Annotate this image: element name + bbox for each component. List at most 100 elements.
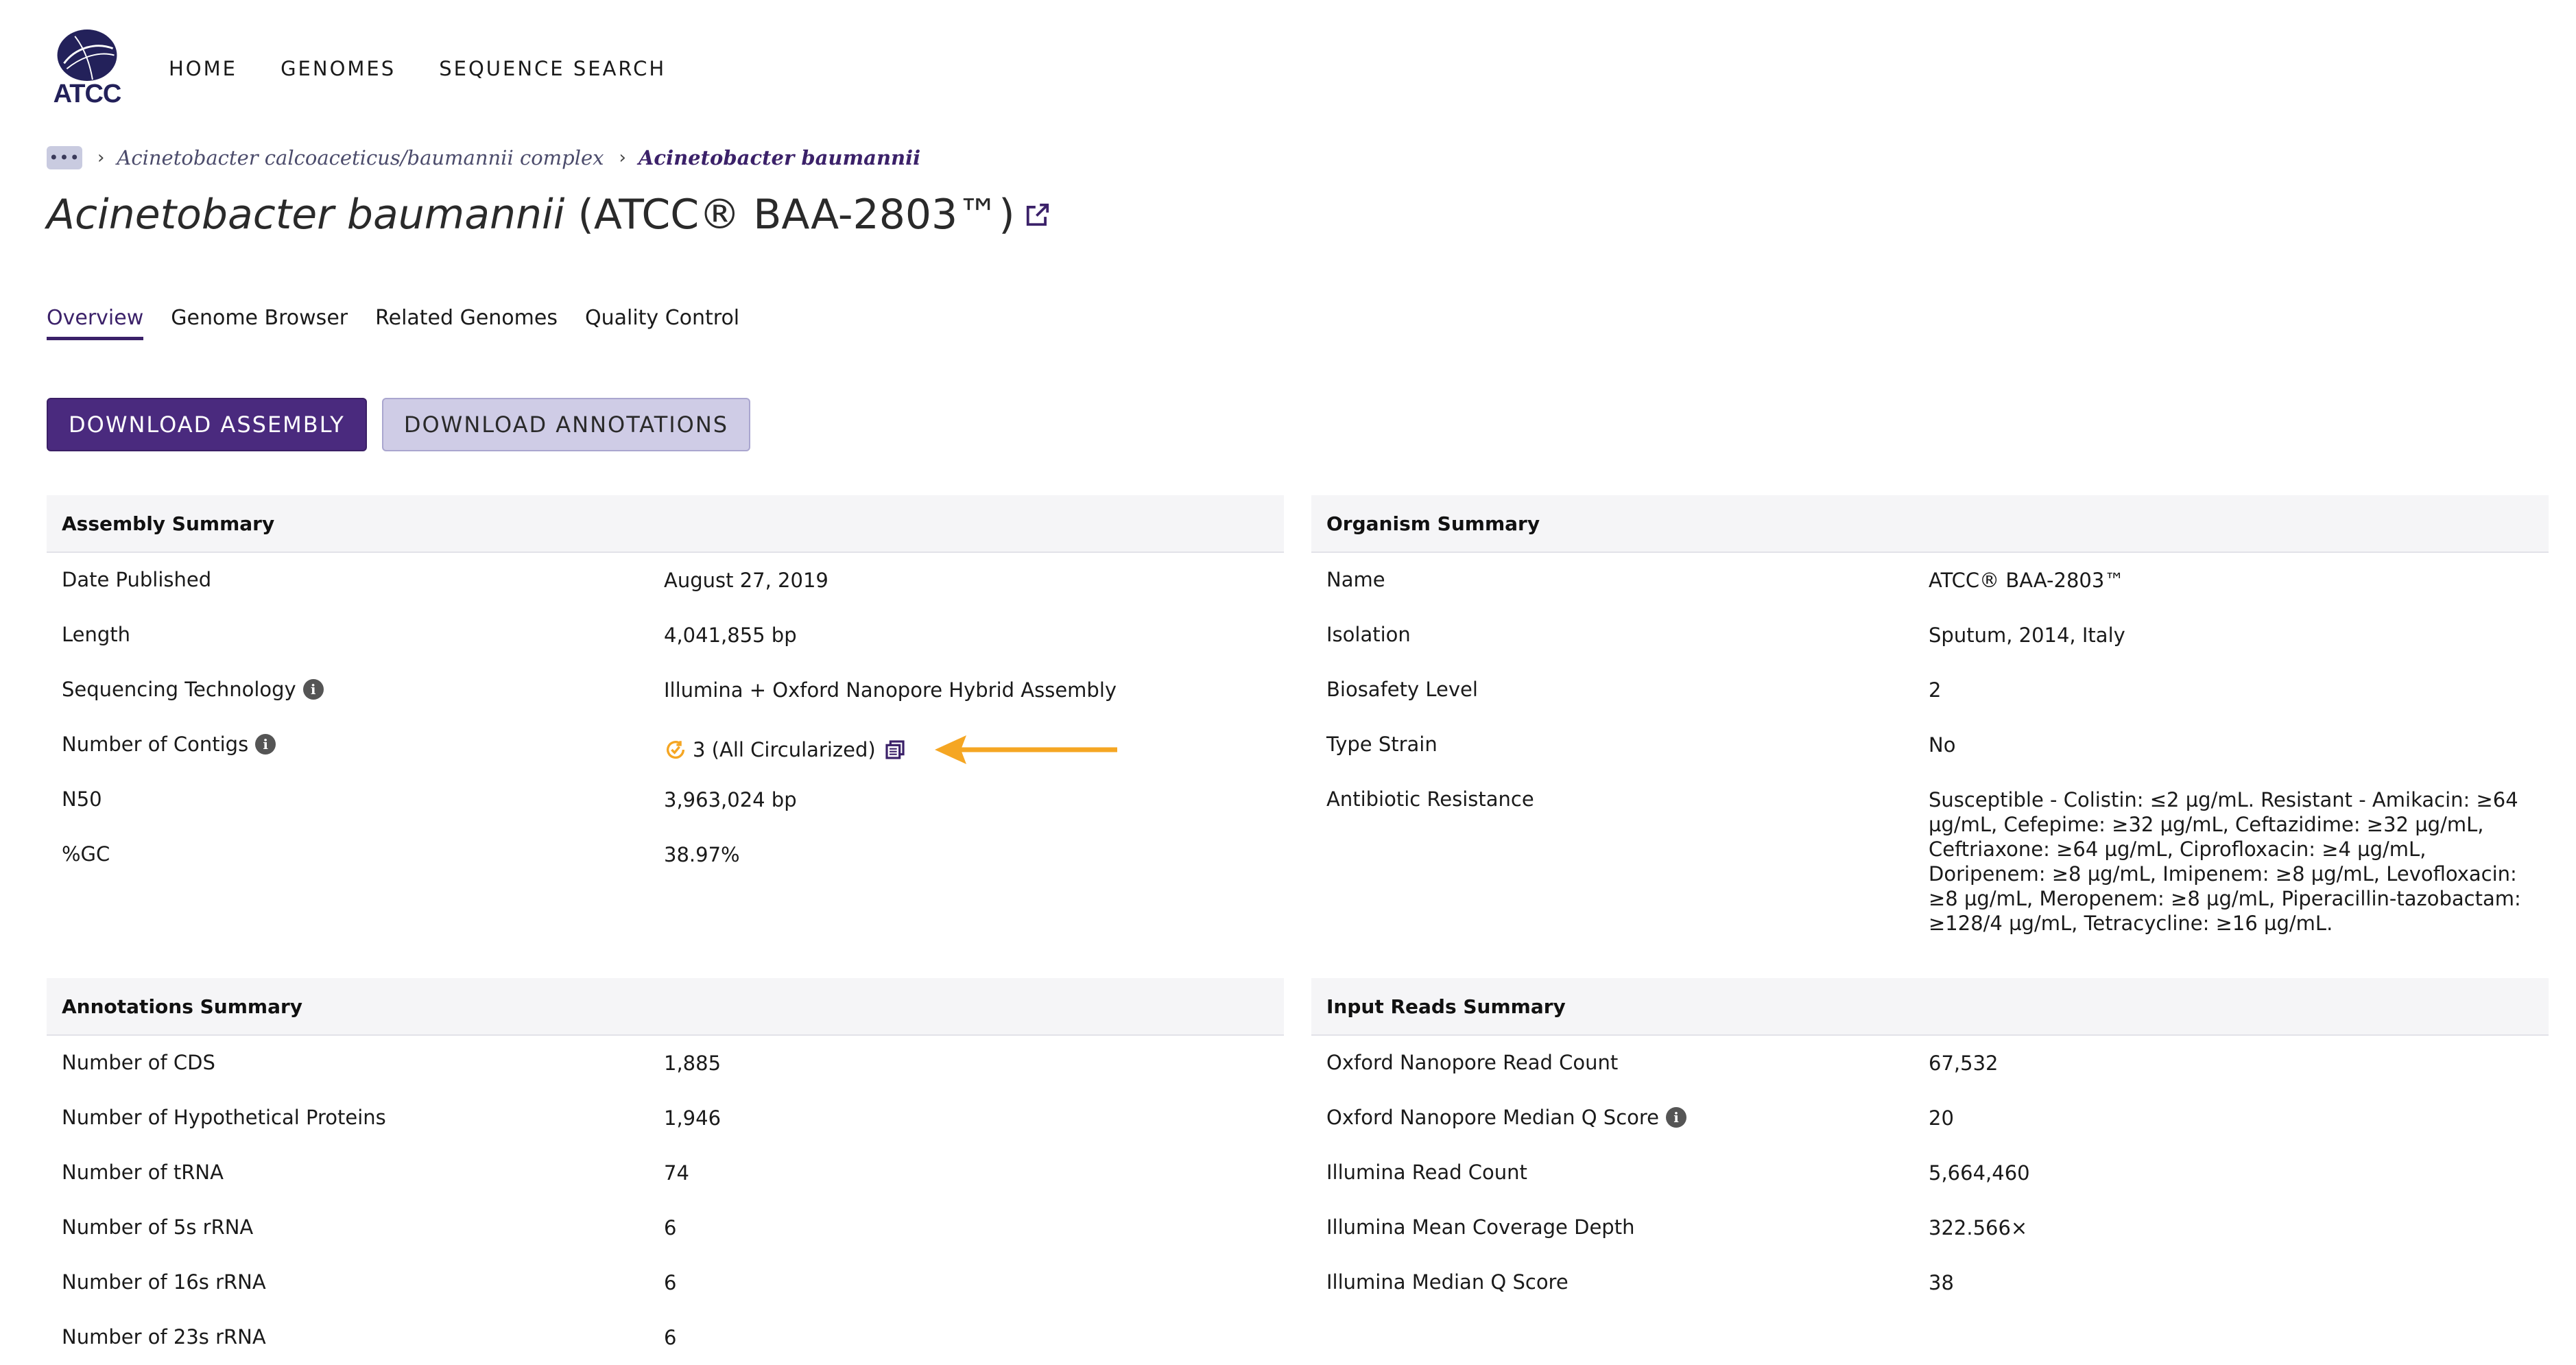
table-row: Length 4,041,855 bp: [47, 608, 1284, 663]
page-title: Acinetobacter baumannii (ATCC® BAA-2803™…: [47, 191, 1051, 239]
external-link-icon[interactable]: [1025, 202, 1051, 228]
page: ATCC HOME GENOMES SEQUENCE SEARCH ••• › …: [0, 0, 2576, 1357]
row-value: 4,041,855 bp: [664, 624, 797, 647]
nav-genomes[interactable]: GENOMES: [281, 57, 396, 80]
table-row: Number of 5s rRNA 6: [47, 1200, 1284, 1255]
table-row: Number of Contigs i 3 (All Circularized): [47, 717, 1284, 772]
table-row: Date Published August 27, 2019: [47, 553, 1284, 608]
row-value: 3,963,024 bp: [664, 788, 797, 811]
chevron-right-icon: ›: [619, 147, 626, 168]
row-label: %GC: [62, 842, 110, 866]
info-icon[interactable]: i: [1666, 1107, 1687, 1128]
tab-quality-control[interactable]: Quality Control: [585, 306, 739, 340]
row-label: Number of Hypothetical Proteins: [62, 1106, 386, 1129]
row-label-with-info: Number of Contigs i: [47, 717, 664, 756]
title-strain: (ATCC® BAA-2803™): [577, 191, 1015, 239]
row-value: 1,946: [664, 1106, 721, 1130]
row-value: 74: [664, 1161, 689, 1185]
table-row: %GC 38.97%: [47, 827, 1284, 882]
organism-summary-panel: Organism Summary Name ATCC® BAA-2803™ Is…: [1311, 495, 2549, 936]
table-row: N50 3,963,024 bp: [47, 772, 1284, 827]
row-value: No: [1929, 733, 1956, 757]
input-reads-summary-panel: Input Reads Summary Oxford Nanopore Read…: [1311, 978, 2549, 1310]
title-species: Acinetobacter baumannii: [47, 191, 565, 239]
row-label: Sequencing Technology: [62, 678, 296, 701]
row-value: Illumina + Oxford Nanopore Hybrid Assemb…: [664, 678, 1117, 702]
row-value: 6: [664, 1271, 677, 1294]
row-label: Biosafety Level: [1326, 678, 1478, 701]
row-label: Number of 5s rRNA: [62, 1215, 254, 1239]
input-reads-summary-title: Input Reads Summary: [1311, 978, 2549, 1036]
row-value: August 27, 2019: [664, 569, 828, 592]
table-row: Isolation Sputum, 2014, Italy: [1311, 608, 2549, 663]
nav-home[interactable]: HOME: [169, 57, 237, 80]
logo-text: ATCC: [53, 80, 122, 108]
contigs-value: 3 (All Circularized): [664, 717, 1267, 767]
assembly-summary-title: Assembly Summary: [47, 495, 1284, 553]
row-label: Illumina Median Q Score: [1326, 1270, 1569, 1294]
arrow-left-icon: [934, 735, 1117, 764]
table-row: Name ATCC® BAA-2803™: [1311, 553, 2549, 608]
row-value: 2: [1929, 678, 1942, 702]
row-value: 67,532: [1929, 1052, 1999, 1075]
table-row: Illumina Read Count 5,664,460: [1311, 1146, 2549, 1200]
row-label: Number of CDS: [62, 1051, 215, 1074]
tab-related-genomes[interactable]: Related Genomes: [375, 306, 558, 340]
table-row: Oxford Nanopore Read Count 67,532: [1311, 1036, 2549, 1091]
row-value: 5,664,460: [1929, 1161, 2030, 1185]
row-value: 38.97%: [664, 843, 740, 866]
chevron-right-icon: ›: [97, 147, 105, 168]
row-value: Sputum, 2014, Italy: [1929, 624, 2125, 647]
download-assembly-button[interactable]: DOWNLOAD ASSEMBLY: [47, 398, 367, 451]
atcc-logo[interactable]: ATCC: [47, 28, 128, 109]
row-label: Number of 23s rRNA: [62, 1325, 266, 1349]
table-row: Number of Hypothetical Proteins 1,946: [47, 1091, 1284, 1146]
row-value: 20: [1929, 1106, 1954, 1130]
table-row: Number of tRNA 74: [47, 1146, 1284, 1200]
tab-bar: Overview Genome Browser Related Genomes …: [47, 306, 767, 340]
top-header: ATCC HOME GENOMES SEQUENCE SEARCH: [47, 14, 706, 123]
table-row: Type Strain No: [1311, 717, 2549, 772]
row-value: 3 (All Circularized): [693, 738, 876, 761]
info-icon[interactable]: i: [302, 679, 324, 700]
breadcrumb-item-current: Acinetobacter baumannii: [638, 146, 921, 169]
globe-logo-icon: [57, 29, 117, 82]
row-value: 6: [664, 1326, 677, 1349]
breadcrumb-more-button[interactable]: •••: [47, 146, 82, 169]
row-label: Antibiotic Resistance: [1326, 787, 1534, 811]
info-icon[interactable]: i: [255, 734, 276, 755]
row-value: 322.566×: [1929, 1216, 2028, 1239]
download-buttons: DOWNLOAD ASSEMBLY DOWNLOAD ANNOTATIONS: [47, 398, 765, 451]
row-label: Isolation: [1326, 623, 1411, 646]
table-row: Oxford Nanopore Median Q Score i 20: [1311, 1091, 2549, 1146]
table-row: Sequencing Technology i Illumina + Oxfor…: [47, 663, 1284, 717]
breadcrumb: ••• › Acinetobacter calcoaceticus/bauman…: [47, 143, 920, 173]
table-row: Number of 23s rRNA 6: [47, 1310, 1284, 1365]
row-label: Oxford Nanopore Median Q Score: [1326, 1106, 1660, 1129]
main-nav: HOME GENOMES SEQUENCE SEARCH: [169, 57, 706, 80]
row-label: Number of Contigs: [62, 733, 249, 756]
table-row: Number of 16s rRNA 6: [47, 1255, 1284, 1310]
antibiotic-resistance-value: Susceptible - Colistin: ≤2 µg/mL. Resist…: [1929, 788, 2521, 935]
row-label: Illumina Mean Coverage Depth: [1326, 1215, 1635, 1239]
table-row: Illumina Mean Coverage Depth 322.566×: [1311, 1200, 2549, 1255]
table-row: Antibiotic Resistance Susceptible - Coli…: [1311, 772, 2549, 936]
tab-genome-browser[interactable]: Genome Browser: [171, 306, 348, 340]
row-label: N50: [62, 787, 102, 811]
breadcrumb-item-complex[interactable]: Acinetobacter calcoaceticus/baumannii co…: [117, 146, 604, 169]
row-value: ATCC® BAA-2803™: [1929, 569, 2125, 592]
nav-sequence-search[interactable]: SEQUENCE SEARCH: [439, 57, 666, 80]
organism-summary-title: Organism Summary: [1311, 495, 2549, 553]
row-label-with-info: Sequencing Technology i: [47, 663, 664, 701]
table-row: Number of CDS 1,885: [47, 1036, 1284, 1091]
row-value: 6: [664, 1216, 677, 1239]
annotations-summary-title: Annotations Summary: [47, 978, 1284, 1036]
tab-overview[interactable]: Overview: [47, 306, 144, 340]
row-label-with-info: Oxford Nanopore Median Q Score i: [1311, 1091, 1929, 1129]
row-label: Oxford Nanopore Read Count: [1326, 1051, 1619, 1074]
table-row: Illumina Median Q Score 38: [1311, 1255, 2549, 1310]
download-annotations-button[interactable]: DOWNLOAD ANNOTATIONS: [381, 398, 751, 451]
copy-icon[interactable]: [884, 739, 906, 761]
row-label: Illumina Read Count: [1326, 1161, 1527, 1184]
row-label: Number of tRNA: [62, 1161, 224, 1184]
